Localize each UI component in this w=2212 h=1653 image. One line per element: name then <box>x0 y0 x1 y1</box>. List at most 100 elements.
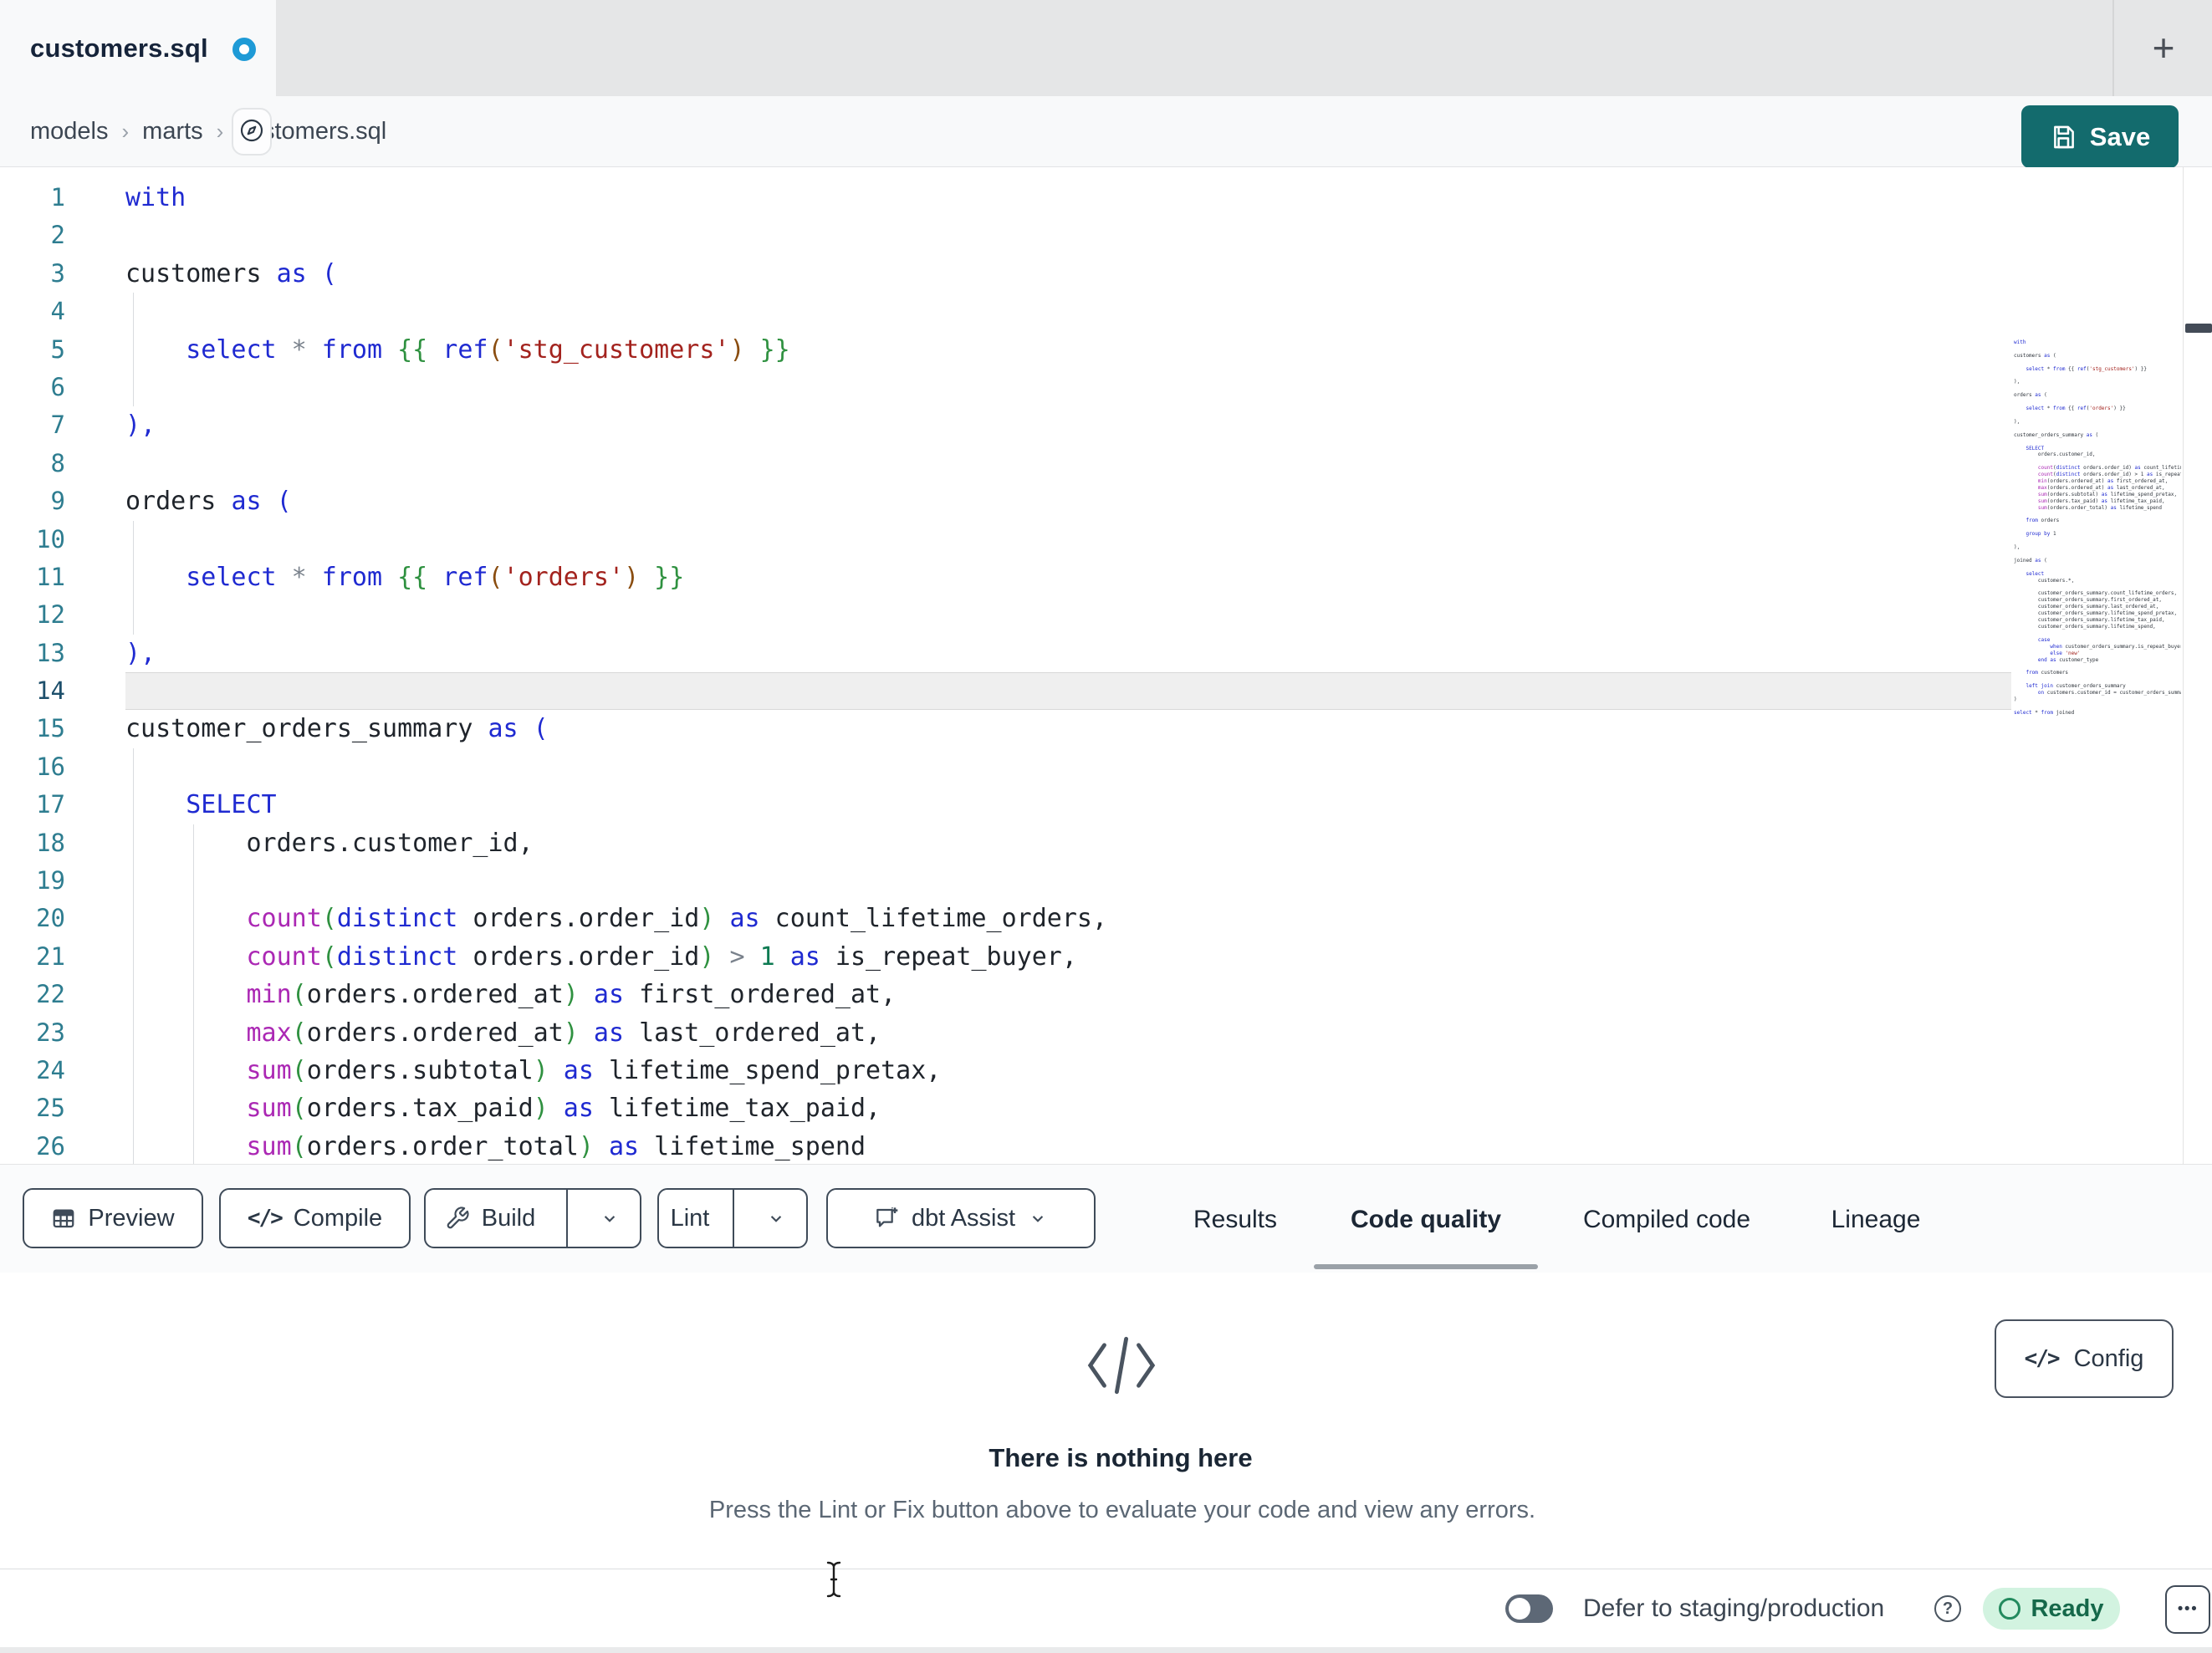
line-number: 24 <box>36 1055 65 1084</box>
defer-toggle[interactable] <box>1505 1594 1553 1623</box>
code-line-8[interactable]: 8 <box>0 445 2212 482</box>
code-line-3[interactable]: 3 customers as ( <box>0 255 2212 293</box>
code-line-16[interactable]: 16 <box>0 747 2212 787</box>
tab-results[interactable]: Results <box>1171 1201 1300 1239</box>
code-line-11[interactable]: 11 select * from {{ ref('orders') }} <box>0 558 2212 597</box>
chevron-down-icon <box>1027 1207 1049 1229</box>
lint-button[interactable]: Lint <box>659 1205 721 1232</box>
minimap-line: when customer_orders_summary.is_repeat_b… <box>2050 643 2181 650</box>
line-number: 6 <box>50 372 65 401</box>
explore-lineage-button[interactable] <box>232 108 272 156</box>
code-line-9[interactable]: 9 orders as ( <box>0 482 2212 520</box>
line-number: 8 <box>50 448 65 477</box>
build-dropdown-button[interactable] <box>580 1207 640 1229</box>
dbt-assist-button[interactable]: dbt Assist <box>826 1188 1096 1248</box>
minimap-line: max(orders.ordered_at) as last_ordered_a… <box>2037 484 2165 491</box>
line-number: 13 <box>36 638 65 667</box>
tab-lineage[interactable]: Lineage <box>1823 1201 1928 1239</box>
minimap-line: select <box>2026 570 2045 577</box>
code-line-26[interactable]: 26 sum(orders.order_total) as lifetime_s… <box>0 1127 2212 1164</box>
code-text: sum(orders.order_total) as lifetime_spen… <box>246 1131 866 1161</box>
help-icon[interactable]: ? <box>1934 1595 1961 1622</box>
more-options-button[interactable]: ••• <box>2165 1585 2210 1634</box>
code-line-22[interactable]: 22 min(orders.ordered_at) as first_order… <box>0 976 2212 1014</box>
minimap-line <box>2014 630 2181 637</box>
code-line-1[interactable]: 1 with <box>0 179 2212 217</box>
minimap-line <box>2014 458 2181 465</box>
code-line-20[interactable]: 20 count(distinct orders.order_id) as co… <box>0 900 2212 938</box>
minimap-line: orders as ( <box>2014 392 2047 399</box>
build-split-button: Build <box>424 1188 641 1248</box>
code-text: orders.customer_id, <box>125 828 534 858</box>
breadcrumb-models[interactable]: models <box>30 118 109 145</box>
code-line-14[interactable]: 14 <box>0 672 2212 711</box>
compile-label: Compile <box>293 1204 383 1232</box>
code-line-15[interactable]: 15 customer_orders_summary as ( <box>0 710 2212 747</box>
tab-code-quality[interactable]: Code quality <box>1338 1201 1514 1239</box>
minimap-line <box>2014 412 2181 419</box>
code-text: sum(orders.subtotal) as lifetime_spend_p… <box>246 1055 942 1085</box>
minimap-line: customer_orders_summary.last_ordered_at, <box>2014 604 2159 610</box>
defer-label: Defer to staging/production <box>1583 1594 1885 1622</box>
code-line-17[interactable]: 17 SELECT <box>0 786 2212 824</box>
code-text: orders as ( <box>125 487 292 517</box>
minimap-line <box>2014 399 2181 406</box>
minimap-line: ), <box>2014 544 2020 551</box>
code-line-7[interactable]: 7), <box>0 406 2212 444</box>
config-button[interactable]: </> Config <box>1995 1319 2174 1398</box>
chevron-down-icon <box>599 1207 621 1229</box>
preview-button[interactable]: Preview <box>23 1188 203 1248</box>
scrollbar-thumb[interactable] <box>2185 324 2212 333</box>
new-tab-button[interactable]: + <box>2134 0 2193 96</box>
code-text: SELECT <box>186 790 277 820</box>
minimap-line: count(distinct orders.order_id) > 1 as i… <box>2037 472 2181 478</box>
breadcrumb-separator-icon: › <box>121 119 130 144</box>
code-line-2[interactable]: 2 <box>0 217 2212 254</box>
code-text: select * from {{ ref('orders') }} <box>186 562 685 592</box>
code-line-6[interactable]: 6 <box>0 368 2212 407</box>
code-line-12[interactable]: 12 <box>0 596 2212 635</box>
minimap-line: with <box>2014 339 2026 345</box>
minimap-line: ), <box>2014 418 2020 425</box>
line-number: 25 <box>36 1094 65 1123</box>
button-divider <box>566 1190 568 1247</box>
minimap-line: customer_orders_summary.lifetime_spend, <box>2014 623 2156 630</box>
minimap-line: on customers.customer_id = customer_orde… <box>2037 690 2181 696</box>
build-button[interactable]: Build <box>426 1205 554 1232</box>
minimap-line <box>2014 538 2181 544</box>
line-number: 26 <box>36 1131 65 1161</box>
tab-compiled-code[interactable]: Compiled code <box>1572 1201 1761 1239</box>
code-line-10[interactable]: 10 <box>0 520 2212 559</box>
code-brackets-icon: </> <box>2024 1346 2061 1371</box>
breadcrumb-marts[interactable]: marts <box>142 118 203 145</box>
compass-icon <box>238 117 265 146</box>
code-line-13[interactable]: 13), <box>0 635 2212 672</box>
build-label: Build <box>481 1204 536 1232</box>
code-line-23[interactable]: 23 max(orders.ordered_at) as last_ordere… <box>0 1013 2212 1052</box>
lint-dropdown-button[interactable] <box>746 1207 806 1229</box>
code-line-4[interactable]: 4 <box>0 293 2212 331</box>
compile-button[interactable]: </> Compile <box>219 1188 411 1248</box>
preview-label: Preview <box>88 1204 175 1232</box>
code-line-24[interactable]: 24 sum(orders.subtotal) as lifetime_spen… <box>0 1051 2212 1090</box>
minimap-line: customer_orders_summary.first_ordered_at… <box>2014 597 2163 604</box>
code-line-19[interactable]: 19 <box>0 862 2212 900</box>
code-text: min(orders.ordered_at) as first_ordered_… <box>246 980 897 1010</box>
minimap[interactable]: with customers as ( select * from {{ ref… <box>2014 339 2181 722</box>
minimap-line <box>2014 584 2181 591</box>
toggle-knob <box>1509 1598 1530 1620</box>
minimap-line <box>2014 373 2181 380</box>
minimap-line: customers as ( <box>2014 352 2056 359</box>
line-number: 20 <box>36 904 65 933</box>
minimap-line: select * from {{ ref('orders') }} <box>2026 406 2126 412</box>
code-line-5[interactable]: 5 select * from {{ ref('stg_customers') … <box>0 330 2212 369</box>
code-line-18[interactable]: 18 orders.customer_id, <box>0 824 2212 863</box>
code-editor[interactable]: 1 with 2 3 customers as (4 5 select * from {{… <box>0 167 2212 1164</box>
code-line-21[interactable]: 21 count(distinct orders.order_id) > 1 a… <box>0 937 2212 977</box>
code-line-25[interactable]: 25 sum(orders.tax_paid) as lifetime_tax_… <box>0 1089 2212 1128</box>
save-button[interactable]: Save <box>2021 105 2179 168</box>
tab-customers-sql[interactable]: customers.sql <box>0 0 276 96</box>
wrench-icon <box>445 1206 470 1231</box>
code-brackets-icon: </> <box>247 1206 284 1231</box>
minimap-line <box>2014 524 2181 531</box>
